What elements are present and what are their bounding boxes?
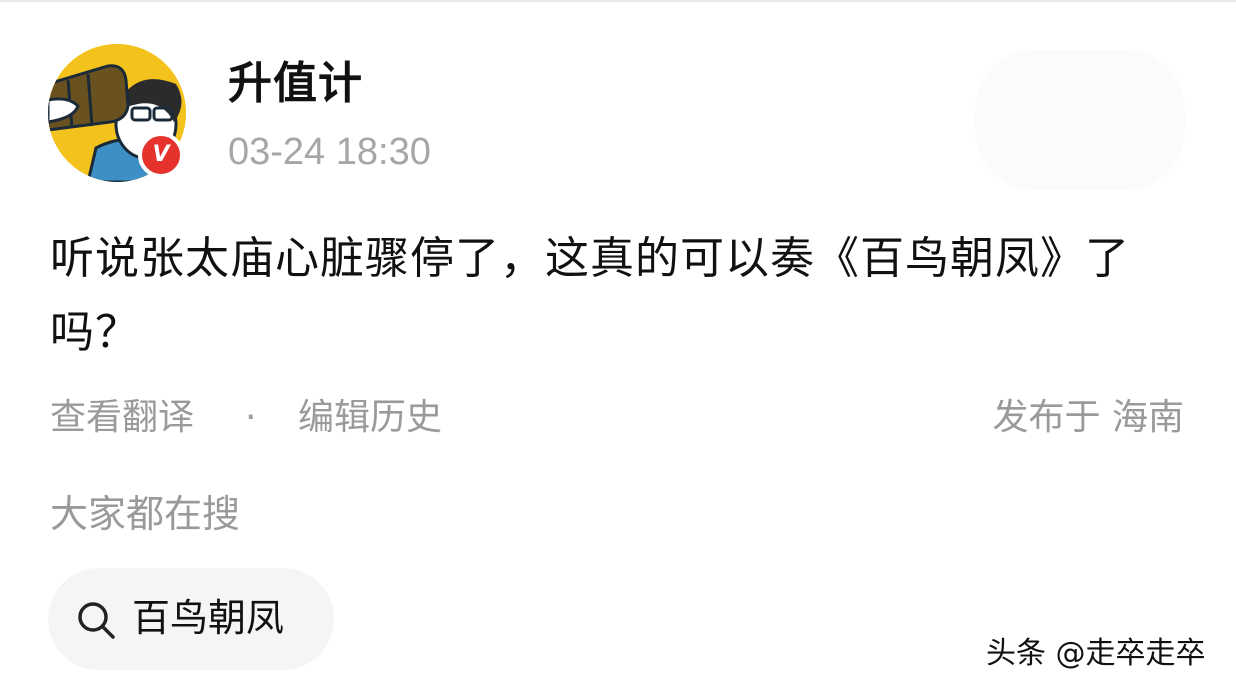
post-content: 听说张太庙心脏骤停了，这真的可以奏《百鸟朝凤》了吗？	[50, 233, 1130, 358]
edit-history-link[interactable]: 编辑历史	[298, 390, 442, 446]
trending-search-chip[interactable]: 百鸟朝凤	[48, 568, 334, 670]
search-icon	[78, 602, 115, 639]
verified-badge-icon: V	[138, 132, 184, 178]
source-watermark: 头条 @走卒走卒	[986, 636, 1206, 671]
faint-background-logo	[975, 50, 1185, 190]
trending-search-heading: 大家都在搜	[50, 492, 241, 536]
view-translation-link[interactable]: 查看翻译	[50, 390, 194, 446]
top-divider	[0, 0, 1236, 2]
trending-search-chip-label: 百鸟朝凤	[132, 596, 285, 640]
post-meta-row: 查看翻译 · 编辑历史 发布于 海南	[50, 390, 1190, 446]
post-timestamp: 03-24 18:30	[228, 131, 431, 173]
meta-separator: ·	[245, 397, 257, 438]
post-location: 发布于 海南	[992, 397, 1184, 438]
username[interactable]: 升值计	[228, 56, 363, 112]
